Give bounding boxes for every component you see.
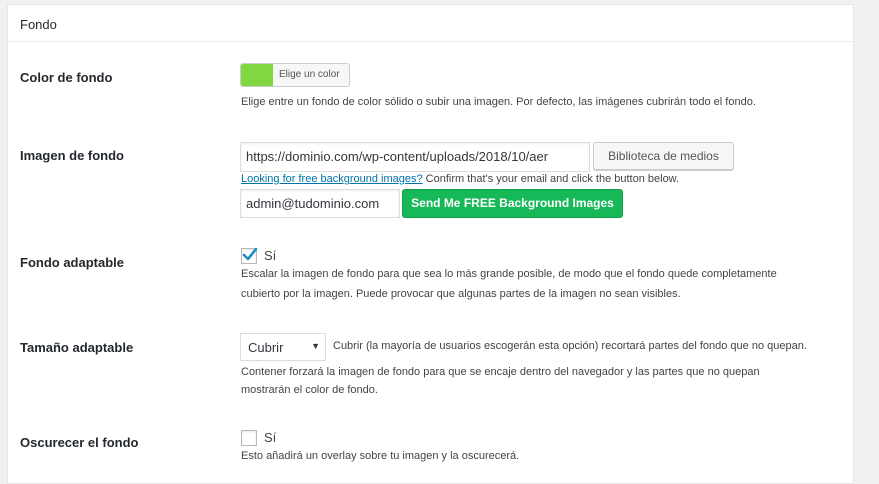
color-picker-label: Elige un color [279, 69, 340, 80]
darken-checkbox-label: Sí [264, 430, 277, 445]
scroll-gutter [866, 0, 879, 475]
responsive-checkbox[interactable] [241, 247, 258, 264]
color-picker-button[interactable]: Elige un color [240, 63, 350, 87]
color-description: Elige entre un fondo de color sólido o s… [241, 96, 756, 108]
responsive-checkbox-label: Sí [264, 248, 277, 263]
size-description-2: mostrarán el color de fondo. [241, 384, 378, 396]
color-swatch [241, 64, 273, 86]
free-images-note: Looking for free background images? Conf… [241, 173, 679, 185]
size-description-1: Contener forzará la imagen de fondo para… [241, 366, 760, 378]
darken-label: Oscurecer el fondo [20, 435, 139, 450]
responsive-label: Fondo adaptable [20, 255, 124, 270]
size-inline-note: Cubrir (la mayoría de usuarios escogerán… [333, 340, 807, 352]
darken-description: Esto añadirá un overlay sobre tu imagen … [241, 450, 520, 462]
darken-checkbox[interactable] [241, 430, 257, 446]
settings-panel: Fondo [7, 4, 854, 484]
dropdown-arrow-icon: ▼ [311, 341, 320, 351]
media-library-button[interactable]: Biblioteca de medios [593, 142, 734, 170]
size-select[interactable]: Cubrir ▼ [240, 333, 326, 361]
image-label: Imagen de fondo [20, 148, 124, 163]
free-images-link[interactable]: Looking for free background images? [241, 173, 423, 185]
email-input[interactable]: admin@tudominio.com [240, 189, 400, 218]
section-title: Fondo [8, 5, 853, 42]
color-label: Color de fondo [20, 70, 113, 85]
free-images-note-text: Confirm that's your email and click the … [422, 173, 680, 185]
image-url-input[interactable]: https://dominio.com/wp-content/uploads/2… [240, 142, 590, 172]
responsive-description-2: cubierto por la imagen. Puede provocar q… [241, 288, 681, 300]
size-select-value: Cubrir [248, 340, 284, 355]
size-label: Tamaño adaptable [20, 340, 134, 355]
checkmark-icon [242, 247, 258, 261]
send-free-images-button[interactable]: Send Me FREE Background Images [402, 189, 623, 218]
responsive-description-1: Escalar la imagen de fondo para que sea … [241, 268, 777, 280]
